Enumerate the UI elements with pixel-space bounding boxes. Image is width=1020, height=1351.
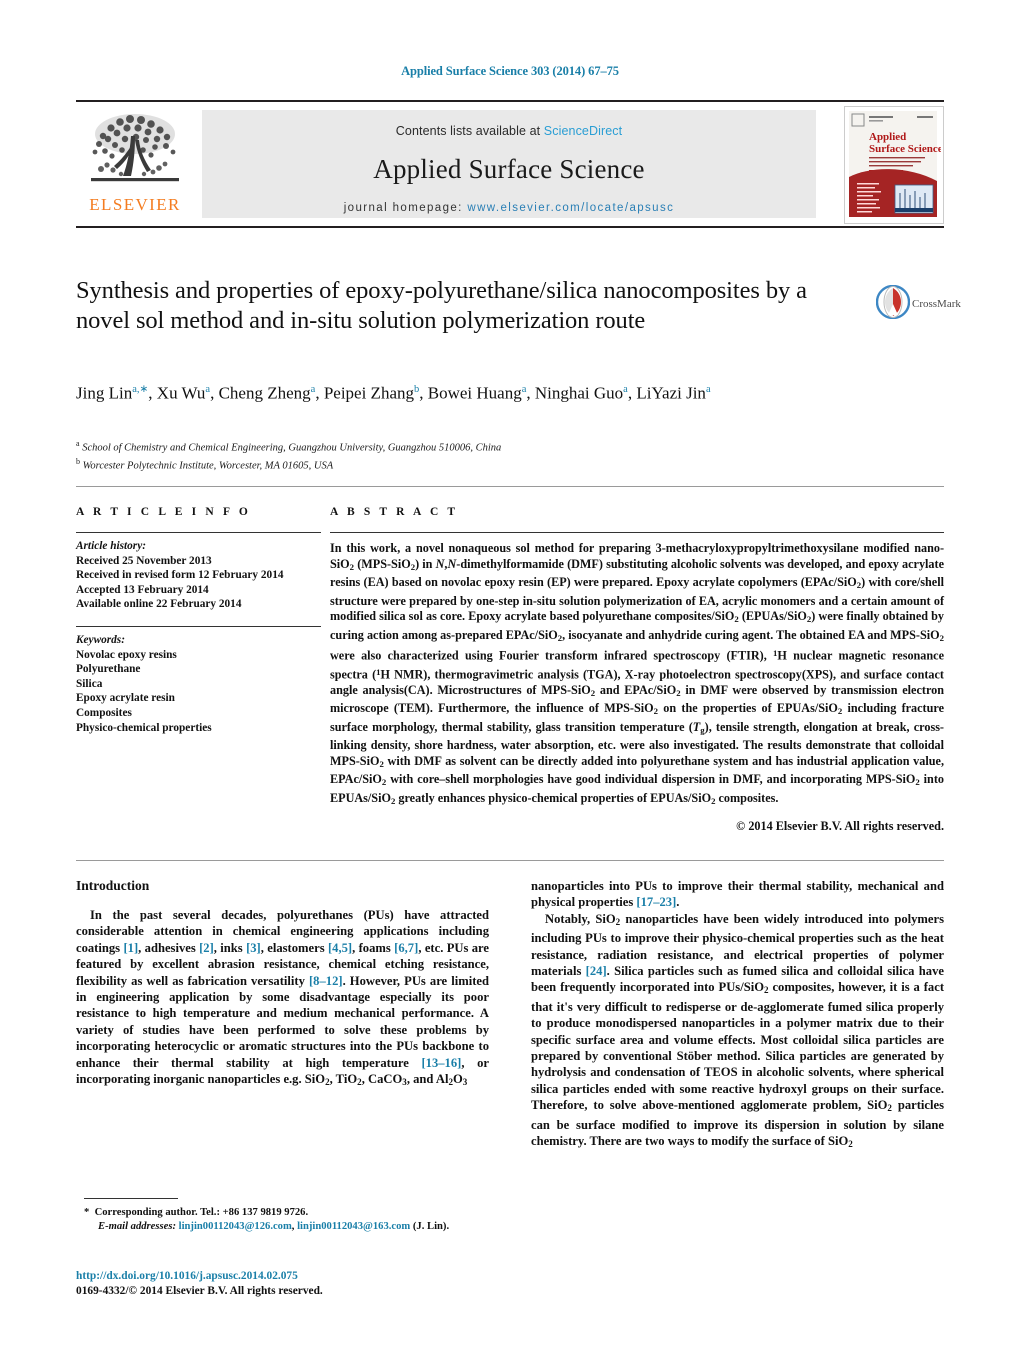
crossmark-icon — [875, 284, 911, 320]
keyword-item: Silica — [76, 677, 103, 690]
journal-title: Applied Surface Science — [373, 154, 645, 184]
keyword-item: Polyurethane — [76, 663, 141, 676]
issn-copyright: 0169-4332/© 2014 Elsevier B.V. All right… — [76, 1284, 323, 1297]
body-section-divider — [76, 860, 944, 861]
email-link-2[interactable]: linjin00112043@163.com — [297, 1221, 410, 1232]
title-block: Synthesis and properties of epoxy-polyur… — [76, 276, 856, 336]
svg-text:Surface Science: Surface Science — [869, 143, 941, 155]
keyword-item: Epoxy acrylate resin — [76, 692, 175, 705]
keywords-block: Keywords: Novolac epoxy resins Polyureth… — [76, 633, 321, 735]
keyword-item: Novolac epoxy resins — [76, 648, 177, 661]
paper-page: Applied Surface Science 303 (2014) 67–75 — [0, 0, 1020, 1351]
journal-masthead: ELSEVIER Contents lists available at Sci… — [76, 100, 944, 228]
footnote-block: * Corresponding author. Tel.: +86 137 98… — [84, 1206, 489, 1234]
corresponding-author-note: * Corresponding author. Tel.: +86 137 98… — [84, 1207, 309, 1218]
doi-block: http://dx.doi.org/10.1016/j.apsusc.2014.… — [76, 1269, 516, 1298]
running-head: Applied Surface Science 303 (2014) 67–75 — [401, 64, 619, 78]
history-revised: Received in revised form 12 February 201… — [76, 569, 284, 582]
homepage-line: journal homepage: www.elsevier.com/locat… — [202, 202, 816, 214]
crossmark-label: CrossMark — [912, 298, 961, 310]
elsevier-wordmark: ELSEVIER — [89, 195, 181, 214]
intro-paragraph-1: In the past several decades, polyurethan… — [76, 908, 490, 1088]
history-accepted: Accepted 13 February 2014 — [76, 583, 209, 596]
footnote-divider — [84, 1198, 178, 1199]
author-list: Jing Lina,∗, Xu Wua, Cheng Zhenga, Peipe… — [76, 383, 711, 403]
article-info-rule-1 — [76, 532, 321, 533]
intro-paragraph-1-cont: nanoparticles into PUs to improve their … — [531, 879, 944, 910]
affiliation-text-a: School of Chemistry and Chemical Enginee… — [82, 442, 502, 454]
info-section-divider — [76, 486, 944, 487]
history-received: Received 25 November 2013 — [76, 554, 212, 567]
affiliation-marker-b: b — [76, 457, 80, 466]
sciencedirect-link[interactable]: ScienceDirect — [544, 124, 622, 138]
history-online: Available online 22 February 2014 — [76, 598, 242, 611]
contents-line: Contents lists available at ScienceDirec… — [202, 110, 816, 138]
article-info-column: A R T I C L E I N F O Article history: R… — [76, 506, 321, 735]
intro-paragraph-2: Notably, SiO2 nanoparticles have been wi… — [531, 911, 945, 1150]
email-line: E-mail addresses: linjin00112043@126.com… — [98, 1220, 450, 1232]
email-suffix: (J. Lin). — [412, 1220, 450, 1232]
article-info-rule-2 — [76, 625, 321, 627]
doi-link[interactable]: http://dx.doi.org/10.1016/j.apsusc.2014.… — [76, 1269, 516, 1284]
journal-cover-thumbnail: Applied Surface Science — [844, 106, 944, 224]
abstract-rule — [330, 532, 944, 533]
keyword-item: Physico-chemical properties — [76, 721, 212, 734]
homepage-prefix: journal homepage: — [343, 202, 468, 214]
contents-prefix: Contents lists available at — [395, 124, 544, 138]
abstract-body: In this work, a novel nonaqueous sol met… — [330, 541, 945, 806]
section-heading-introduction: Introduction — [76, 878, 150, 893]
elsevier-logo: ELSEVIER — [76, 106, 194, 222]
affiliations: a School of Chemistry and Chemical Engin… — [76, 437, 876, 473]
keyword-item: Composites — [76, 706, 132, 719]
crossmark-badge[interactable]: CrossMark — [875, 284, 961, 329]
journal-cover-image: Applied Surface Science — [845, 107, 943, 221]
affiliation-a: a School of Chemistry and Chemical Engin… — [76, 437, 876, 455]
body-column-right: nanoparticles into PUs to improve their … — [531, 878, 944, 1152]
affiliation-marker-a: a — [76, 439, 80, 448]
body-column-left: Introduction In the past several decades… — [76, 878, 489, 1090]
email-link-1[interactable]: linjin00112043@126.com — [179, 1221, 292, 1232]
affiliation-b: b Worcester Polytechnic Institute, Worce… — [76, 455, 876, 473]
article-info-heading: A R T I C L E I N F O — [76, 506, 251, 518]
article-history-block: Article history: Received 25 November 20… — [76, 539, 321, 612]
journal-band: Contents lists available at ScienceDirec… — [202, 110, 816, 218]
svg-text:Applied: Applied — [869, 131, 906, 143]
email-label: E-mail addresses: — [98, 1220, 176, 1232]
page-title: Synthesis and properties of epoxy-polyur… — [76, 277, 807, 334]
affiliation-text-b: Worcester Polytechnic Institute, Worcest… — [82, 460, 334, 472]
abstract-heading: A B S T R A C T — [330, 506, 459, 518]
homepage-url-link[interactable]: www.elsevier.com/locate/apsusc — [467, 202, 674, 214]
abstract-copyright: © 2014 Elsevier B.V. All rights reserved… — [736, 818, 944, 833]
article-history-label: Article history: — [76, 540, 146, 552]
elsevier-tree-icon — [91, 114, 179, 182]
abstract-column: A B S T R A C T In this work, a novel no… — [330, 506, 944, 834]
keywords-label: Keywords: — [76, 633, 125, 646]
